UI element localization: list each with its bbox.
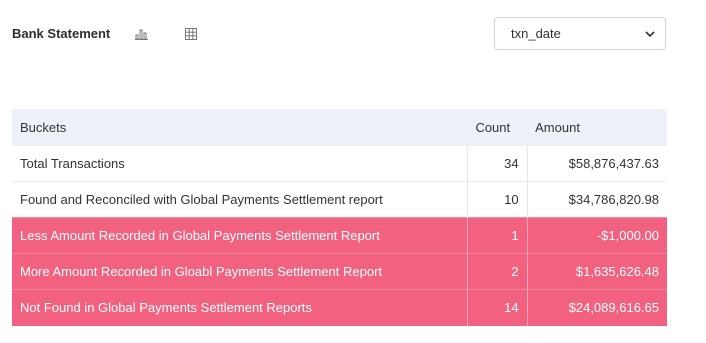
column-header-count: Count	[467, 109, 528, 146]
amount-cell: $34,786,820.98	[526, 181, 667, 218]
count-cell: 14	[466, 289, 528, 326]
bucket-cell: Less Amount Recorded in Global Payments …	[12, 217, 468, 254]
grid-table-icon[interactable]	[183, 26, 199, 42]
table-row: Total Transactions 34 $58,876,437.63	[12, 145, 667, 182]
amount-cell: $58,876,437.63	[526, 145, 667, 182]
count-cell: 2	[466, 253, 528, 290]
column-header-buckets: Buckets	[12, 109, 468, 146]
bar-chart-icon[interactable]	[134, 26, 150, 42]
count-cell: 1	[466, 217, 528, 254]
table-row-highlighted: Not Found in Global Payments Settlement …	[12, 289, 667, 326]
amount-cell: $24,089,616.65	[526, 289, 667, 326]
bucket-cell: More Amount Recorded in Gloabl Payments …	[12, 253, 468, 290]
table-row-highlighted: Less Amount Recorded in Global Payments …	[12, 217, 667, 254]
bucket-cell: Found and Reconciled with Global Payment…	[12, 181, 468, 218]
amount-cell: $1,635,626.48	[526, 253, 667, 290]
table-header-row: Buckets Count Amount	[12, 109, 667, 146]
date-field-select[interactable]: txn_date	[494, 17, 666, 50]
buckets-table: Buckets Count Amount Total Transactions …	[12, 109, 667, 326]
count-cell: 10	[466, 181, 528, 218]
amount-cell: -$1,000.00	[526, 217, 667, 254]
select-value: txn_date	[511, 26, 561, 41]
bucket-cell: Not Found in Global Payments Settlement …	[12, 289, 468, 326]
count-cell: 34	[466, 145, 528, 182]
table-row-highlighted: More Amount Recorded in Gloabl Payments …	[12, 253, 667, 290]
bucket-cell: Total Transactions	[12, 145, 468, 182]
table-row: Found and Reconciled with Global Payment…	[12, 181, 667, 218]
chevron-down-icon	[645, 26, 655, 41]
column-header-amount: Amount	[527, 109, 667, 146]
page-title: Bank Statement	[12, 26, 111, 41]
